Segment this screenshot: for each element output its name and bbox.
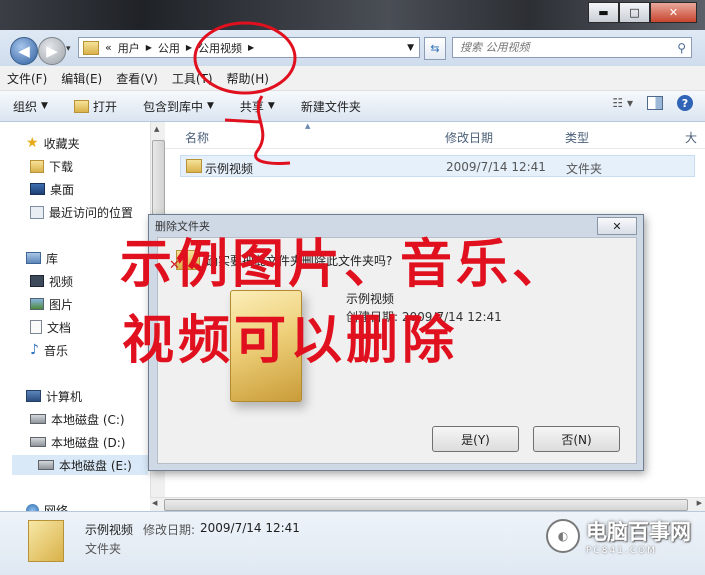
pointer-tick	[224, 118, 261, 124]
watermark-logo-icon: ◐	[546, 519, 580, 553]
pointer-arrow	[254, 95, 291, 165]
watermark-sub: PC841.COM	[586, 546, 657, 556]
watermark-text: 电脑百事网	[586, 520, 691, 544]
annotation-line-2: 视频可以删除	[122, 311, 459, 371]
highlight-circle	[193, 21, 297, 95]
watermark: ◐ 电脑百事网 PC841.COM	[546, 516, 691, 556]
annotation-line-1: 示例图片、音乐、	[120, 235, 569, 295]
watermark-text-block: 电脑百事网 PC841.COM	[586, 516, 691, 556]
